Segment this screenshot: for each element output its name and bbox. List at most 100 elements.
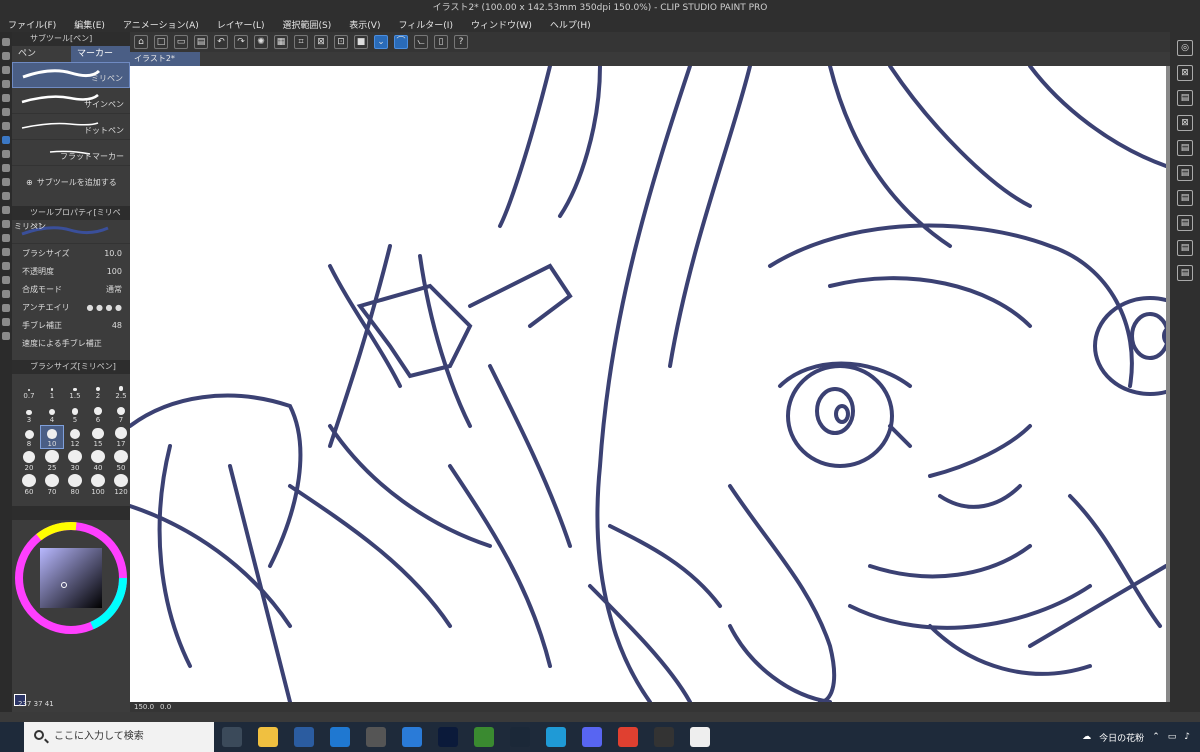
ruler-tool-icon[interactable] bbox=[2, 290, 10, 298]
opacity-row[interactable]: 不透明度 100 bbox=[12, 262, 130, 280]
brush-size-option[interactable]: 2 bbox=[87, 378, 109, 400]
edge-beta-icon[interactable] bbox=[546, 727, 566, 747]
angle-value[interactable]: 0.0 bbox=[160, 703, 171, 711]
gradient-tool-icon[interactable] bbox=[2, 248, 10, 256]
frame-tool-icon[interactable] bbox=[2, 276, 10, 284]
brush-size-option[interactable]: 30 bbox=[64, 450, 86, 472]
redo-icon[interactable]: ↷ bbox=[234, 35, 248, 49]
panel-icon[interactable]: ⊠ bbox=[1177, 115, 1193, 131]
task-view-icon[interactable] bbox=[222, 727, 242, 747]
undo-icon[interactable]: ↶ bbox=[214, 35, 228, 49]
home-icon[interactable]: ⌂ bbox=[134, 35, 148, 49]
brush-size-value[interactable]: 10.0 bbox=[104, 249, 122, 258]
discord-icon[interactable] bbox=[582, 727, 602, 747]
brush-size-option[interactable]: 15 bbox=[87, 426, 109, 448]
figure-tool-icon[interactable] bbox=[2, 262, 10, 270]
brush-size-option[interactable]: 2.5 bbox=[110, 378, 132, 400]
device-icon[interactable]: ▯ bbox=[434, 35, 448, 49]
menu-layer[interactable]: レイヤー(L) bbox=[217, 18, 265, 31]
panel-icon[interactable]: ▤ bbox=[1177, 165, 1193, 181]
antialias-row[interactable]: アンチエイリ ● ● ● ● bbox=[12, 298, 130, 316]
operation-tool-icon[interactable] bbox=[2, 66, 10, 74]
brush-size-option[interactable]: 50 bbox=[110, 450, 132, 472]
move-tool-icon[interactable] bbox=[2, 52, 10, 60]
pencil-tool-icon[interactable] bbox=[2, 150, 10, 158]
mail-icon[interactable] bbox=[402, 727, 422, 747]
chrome-icon[interactable] bbox=[618, 727, 638, 747]
panel-icon[interactable]: ▤ bbox=[1177, 215, 1193, 231]
invert-selection-icon[interactable]: ⊡ bbox=[334, 35, 348, 49]
airbrush-tool-icon[interactable] bbox=[2, 178, 10, 186]
eyedropper-tool-icon[interactable] bbox=[2, 122, 10, 130]
edge-icon[interactable] bbox=[330, 727, 350, 747]
menu-view[interactable]: 表示(V) bbox=[349, 18, 380, 31]
tab-pen[interactable]: ペン bbox=[12, 46, 71, 62]
volume-icon[interactable]: ♪ bbox=[1184, 732, 1190, 742]
blend-mode-row[interactable]: 合成モード 通常 bbox=[12, 280, 130, 298]
snap-ruler-icon[interactable]: ⌄ bbox=[374, 35, 388, 49]
brush-size-option[interactable]: 7 bbox=[110, 402, 132, 424]
clip-studio-icon[interactable] bbox=[690, 727, 710, 747]
correct-line-tool-icon[interactable] bbox=[2, 332, 10, 340]
help-icon[interactable]: ? bbox=[454, 35, 468, 49]
decoration-tool-icon[interactable] bbox=[2, 192, 10, 200]
brush-size-option[interactable]: 10 bbox=[40, 425, 64, 449]
transform-icon[interactable]: ⌗ bbox=[294, 35, 308, 49]
brush-size-option[interactable]: 0.7 bbox=[18, 378, 40, 400]
brush-size-option[interactable]: 1 bbox=[41, 378, 63, 400]
fill-selection-icon[interactable]: ■ bbox=[354, 35, 368, 49]
network-icon[interactable]: ▭ bbox=[1168, 732, 1177, 742]
brush-item[interactable]: サインペン bbox=[12, 88, 130, 114]
brush-size-option[interactable]: 12 bbox=[64, 426, 86, 448]
brush-size-option[interactable]: 5 bbox=[64, 402, 86, 424]
color-wheel[interactable] bbox=[12, 520, 130, 640]
auto-select-tool-icon[interactable] bbox=[2, 108, 10, 116]
brush-size-option[interactable]: 6 bbox=[87, 402, 109, 424]
balloon-tool-icon[interactable] bbox=[2, 318, 10, 326]
panel-icon[interactable]: ▤ bbox=[1177, 90, 1193, 106]
navigator-icon[interactable]: ◎ bbox=[1177, 40, 1193, 56]
blend-tool-icon[interactable] bbox=[2, 220, 10, 228]
add-subtool-button[interactable]: ⊕ サブツールを追加する bbox=[12, 166, 130, 198]
blend-mode-select[interactable]: 通常 bbox=[106, 284, 122, 295]
brush-item[interactable]: フラットマーカー bbox=[12, 140, 130, 166]
menu-file[interactable]: ファイル(F) bbox=[8, 18, 56, 31]
brush-size-row[interactable]: ブラシサイズ 10.0 bbox=[12, 244, 130, 262]
drawing-canvas[interactable] bbox=[130, 66, 1166, 702]
move-layer-tool-icon[interactable] bbox=[2, 80, 10, 88]
brush-size-option[interactable]: 60 bbox=[18, 474, 40, 496]
stabilize-value[interactable]: 48 bbox=[112, 321, 122, 330]
brush-item[interactable]: ドットペン bbox=[12, 114, 130, 140]
tab-marker[interactable]: マーカー bbox=[71, 46, 130, 62]
brush-size-option[interactable]: 80 bbox=[64, 474, 86, 496]
windows-start-icon[interactable] bbox=[0, 722, 24, 752]
panel-icon[interactable]: ▤ bbox=[1177, 265, 1193, 281]
stabilize-row[interactable]: 手ブレ補正 48 bbox=[12, 316, 130, 334]
menu-selection[interactable]: 選択範囲(S) bbox=[283, 18, 332, 31]
search-box[interactable]: ここに入力して検索 bbox=[24, 722, 214, 752]
brush-size-option[interactable]: 70 bbox=[41, 474, 63, 496]
brush-size-option[interactable]: 8 bbox=[18, 426, 40, 448]
snap-special-ruler-icon[interactable]: ⌒ bbox=[394, 35, 408, 49]
photoshop-icon[interactable] bbox=[438, 727, 458, 747]
brush-size-option[interactable]: 17 bbox=[110, 426, 132, 448]
opacity-value[interactable]: 100 bbox=[107, 267, 122, 276]
open-file-icon[interactable]: ▭ bbox=[174, 35, 188, 49]
brush-tool-icon[interactable] bbox=[2, 164, 10, 172]
panel-icon[interactable]: ⊠ bbox=[1177, 65, 1193, 81]
minecraft-icon[interactable] bbox=[474, 727, 494, 747]
eraser-tool-icon[interactable] bbox=[2, 206, 10, 214]
weather-label[interactable]: 今日の花粉 bbox=[1099, 731, 1144, 744]
brush-size-option[interactable]: 120 bbox=[110, 474, 132, 496]
steam-icon[interactable] bbox=[510, 727, 530, 747]
text-tool-icon[interactable] bbox=[2, 304, 10, 312]
menu-help[interactable]: ヘルプ(H) bbox=[550, 18, 591, 31]
brush-size-option[interactable]: 1.5 bbox=[64, 378, 86, 400]
brush-size-option[interactable]: 3 bbox=[18, 402, 40, 424]
pen-tool-icon[interactable] bbox=[2, 136, 10, 144]
speed-stabilize-row[interactable]: 速度による手ブレ補正 bbox=[12, 334, 130, 352]
menu-edit[interactable]: 編集(E) bbox=[74, 18, 105, 31]
save-icon[interactable]: ▤ bbox=[194, 35, 208, 49]
menu-filter[interactable]: フィルター(I) bbox=[398, 18, 453, 31]
app-icon[interactable] bbox=[654, 727, 674, 747]
